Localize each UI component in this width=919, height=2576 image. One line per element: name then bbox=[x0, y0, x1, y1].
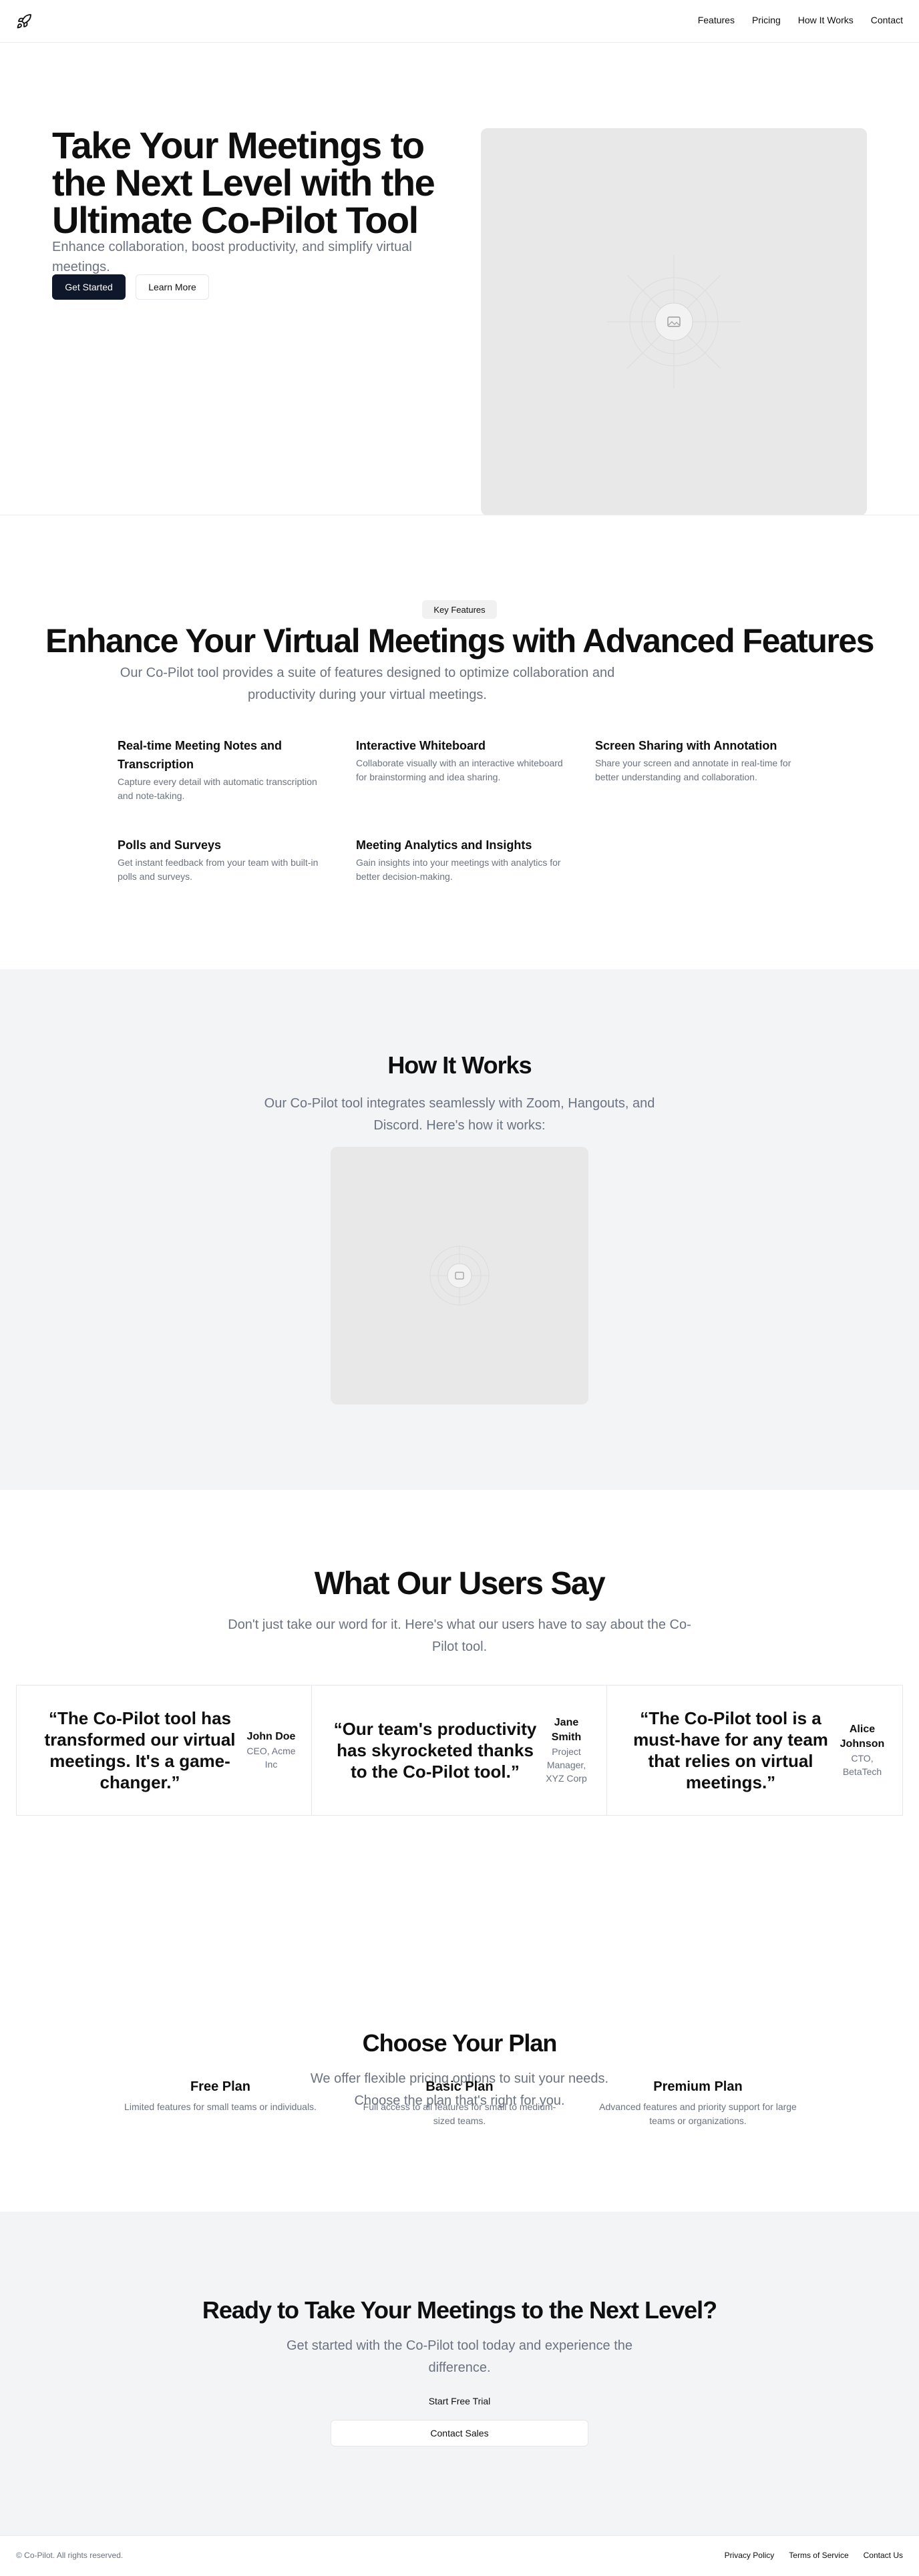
footer-link-contact[interactable]: Contact Us bbox=[864, 2551, 903, 2560]
plan-description: Limited features for small teams or indi… bbox=[124, 2101, 317, 2112]
testimonial-quote: “The Co-Pilot tool is a must-have for an… bbox=[633, 1708, 828, 1792]
feature-description: Gain insights into your meetings with an… bbox=[356, 857, 561, 882]
image-placeholder-icon bbox=[607, 255, 741, 389]
rocket-icon[interactable] bbox=[16, 13, 32, 29]
footer-links: Privacy Policy Terms of Service Contact … bbox=[725, 2551, 903, 2560]
feature-description: Get instant feedback from your team with… bbox=[118, 857, 319, 882]
learn-more-button[interactable]: Learn More bbox=[136, 274, 209, 300]
feature-title: Real-time Meeting Notes and Transcriptio… bbox=[118, 739, 283, 771]
key-features-badge: Key Features bbox=[422, 600, 497, 619]
how-it-works-image-placeholder bbox=[331, 1147, 588, 1404]
feature-card: Polls and Surveys Get instant feedback f… bbox=[118, 836, 331, 884]
testimonial-quote: “The Co-Pilot tool has transformed our v… bbox=[44, 1708, 236, 1792]
image-placeholder-icon bbox=[429, 1246, 490, 1306]
testimonials-row: “The Co-Pilot tool has transformed our v… bbox=[16, 1685, 903, 1816]
feature-card: Real-time Meeting Notes and Transcriptio… bbox=[118, 736, 331, 803]
author-name: John Doe bbox=[246, 1731, 296, 1742]
hero-image-placeholder bbox=[481, 128, 867, 515]
plan-name: Premium Plan bbox=[653, 2079, 743, 2094]
pricing-title: Choose Your Plan bbox=[362, 2029, 558, 2057]
author-name: Jane Smith bbox=[551, 1717, 582, 1743]
copyright-text: © Co-Pilot. All rights reserved. bbox=[16, 2551, 124, 2560]
testimonials-title: What Our Users Say bbox=[314, 1566, 606, 1601]
get-started-button[interactable]: Get Started bbox=[52, 274, 126, 300]
features-title: Enhance Your Virtual Meetings with Advan… bbox=[45, 622, 874, 660]
main-nav: Features Pricing How It Works Contact bbox=[698, 15, 903, 25]
testimonials-subtitle: Don't just take our word for it. Here's … bbox=[228, 1617, 691, 1654]
footer-link-privacy[interactable]: Privacy Policy bbox=[725, 2551, 775, 2560]
testimonial-card: “Our team's productivity has skyrocketed… bbox=[312, 1686, 607, 1815]
feature-title: Meeting Analytics and Insights bbox=[356, 838, 532, 852]
feature-title: Polls and Surveys bbox=[118, 838, 222, 852]
site-footer: © Co-Pilot. All rights reserved. Privacy… bbox=[0, 2535, 919, 2576]
start-free-trial-button[interactable]: Start Free Trial bbox=[393, 2393, 526, 2409]
hero-title: Take Your Meetings to the Next Level wit… bbox=[52, 124, 435, 241]
plan-description: Full access to all features for small to… bbox=[363, 2101, 556, 2126]
plan-name: Free Plan bbox=[190, 2079, 251, 2094]
feature-description: Capture every detail with automatic tran… bbox=[118, 776, 317, 801]
feature-title: Interactive Whiteboard bbox=[356, 739, 486, 752]
plan-name: Basic Plan bbox=[425, 2079, 494, 2094]
plan-card[interactable]: Basic Plan Full access to all features f… bbox=[353, 2077, 566, 2128]
plan-card[interactable]: Free Plan Limited features for small tea… bbox=[114, 2077, 327, 2114]
feature-description: Collaborate visually with an interactive… bbox=[356, 758, 563, 782]
nav-how-it-works[interactable]: How It Works bbox=[798, 15, 854, 25]
how-it-works-subtitle: Our Co-Pilot tool integrates seamlessly … bbox=[264, 1096, 655, 1133]
hero-subtitle: Enhance collaboration, boost productivit… bbox=[52, 240, 412, 274]
cta-subtitle: Get started with the Co-Pilot tool today… bbox=[286, 2338, 633, 2375]
cta-title: Ready to Take Your Meetings to the Next … bbox=[202, 2296, 717, 2324]
author-role: Project Manager, XYZ Corp bbox=[546, 1746, 587, 1784]
nav-contact[interactable]: Contact bbox=[871, 15, 903, 25]
feature-card: Screen Sharing with Annotation Share you… bbox=[595, 736, 809, 784]
testimonial-author: John Doe CEO, Acme Inc bbox=[244, 1730, 298, 1771]
author-role: CTO, BetaTech bbox=[842, 1753, 882, 1777]
testimonial-card: “The Co-Pilot tool has transformed our v… bbox=[17, 1686, 312, 1815]
feature-card: Meeting Analytics and Insights Gain insi… bbox=[356, 836, 570, 884]
how-it-works-title: How It Works bbox=[387, 1051, 532, 1079]
contact-sales-button[interactable]: Contact Sales bbox=[331, 2420, 588, 2446]
nav-pricing[interactable]: Pricing bbox=[752, 15, 781, 25]
feature-card: Interactive Whiteboard Collaborate visua… bbox=[356, 736, 570, 784]
features-subtitle: Our Co-Pilot tool provides a suite of fe… bbox=[120, 666, 615, 702]
footer-link-terms[interactable]: Terms of Service bbox=[789, 2551, 848, 2560]
testimonial-quote: “Our team's productivity has skyrocketed… bbox=[333, 1719, 537, 1782]
author-role: CEO, Acme Inc bbox=[246, 1746, 296, 1770]
plan-card[interactable]: Premium Plan Advanced features and prior… bbox=[591, 2077, 805, 2128]
feature-description: Share your screen and annotate in real-t… bbox=[595, 758, 791, 782]
plan-description: Advanced features and priority support f… bbox=[599, 2101, 797, 2126]
testimonial-card: “The Co-Pilot tool is a must-have for an… bbox=[607, 1686, 902, 1815]
site-header: Features Pricing How It Works Contact bbox=[0, 0, 919, 43]
author-name: Alice Johnson bbox=[840, 1724, 885, 1750]
nav-features[interactable]: Features bbox=[698, 15, 735, 25]
testimonial-author: Jane Smith Project Manager, XYZ Corp bbox=[540, 1716, 593, 1785]
testimonial-author: Alice Johnson CTO, BetaTech bbox=[836, 1722, 889, 1778]
feature-title: Screen Sharing with Annotation bbox=[595, 739, 777, 752]
